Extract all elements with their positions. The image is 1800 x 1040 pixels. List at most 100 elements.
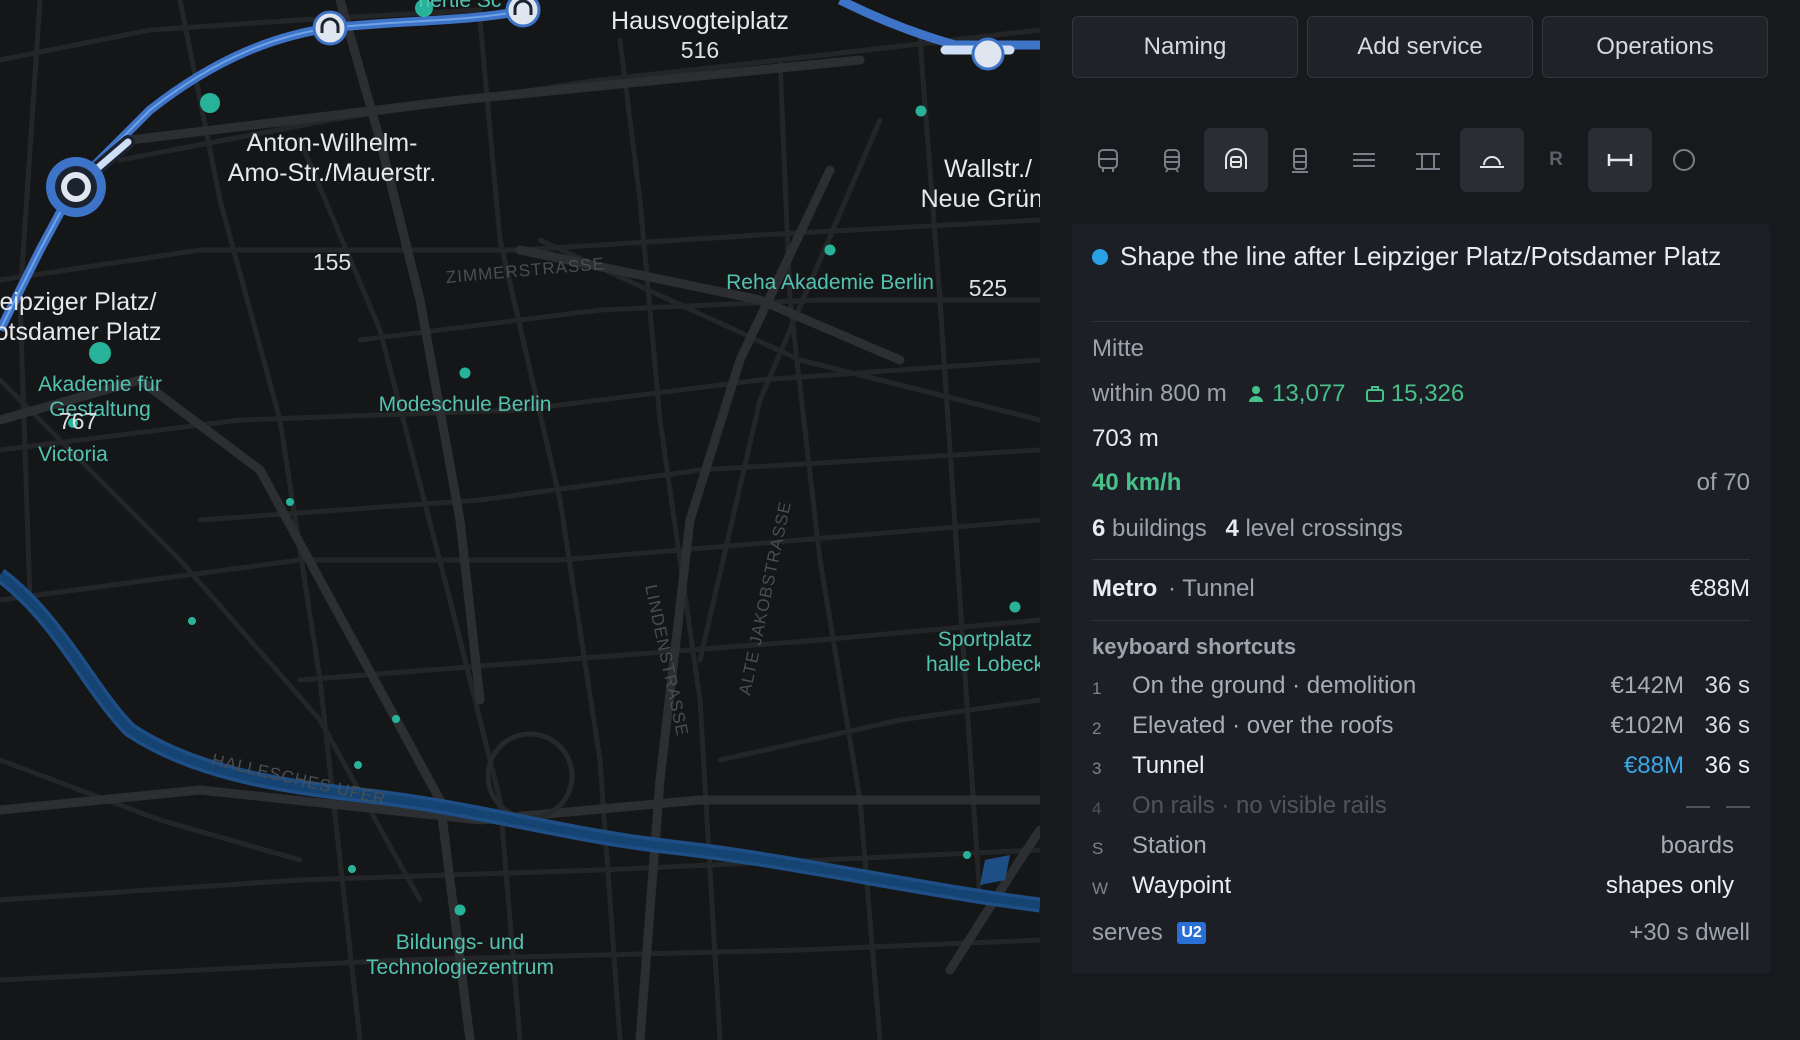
rails-label: R — [1549, 149, 1563, 170]
map-roads — [0, 0, 1040, 1040]
within-label: within 800 m — [1092, 380, 1227, 407]
shortcut-key: W — [1092, 879, 1109, 898]
shortcut-tunnel[interactable]: 3 Tunnel €88M 36 s — [1092, 751, 1750, 781]
line-color-dot — [1092, 249, 1108, 265]
shape-group — [1588, 128, 1716, 192]
shortcut-extra: shapes only — [1605, 872, 1734, 899]
naming-button[interactable]: Naming — [1072, 16, 1298, 78]
shortcut-time: 36 s — [1704, 712, 1750, 739]
shortcut-key: 4 — [1092, 799, 1102, 818]
shortcut-label: On the ground · demolition — [1132, 672, 1417, 699]
shortcut-cost: €142M — [1610, 672, 1684, 699]
train-icon[interactable] — [1268, 128, 1332, 192]
poi-label: Bildungs- und Technologiezentrum — [366, 931, 554, 979]
shortcut-label: On rails · no visible rails — [1132, 792, 1387, 819]
district-label: Mitte — [1092, 335, 1145, 362]
shortcuts-title: keyboard shortcuts — [1092, 634, 1297, 659]
station-marker[interactable] — [505, 0, 541, 28]
poi-marker — [354, 761, 362, 769]
divider — [1092, 559, 1750, 560]
station-label[interactable]: Hausvogteiplatz 516 — [611, 6, 789, 64]
station-name: Wallstr./ Neue Grüns — [920, 155, 1040, 213]
bus-icon[interactable] — [1076, 128, 1140, 192]
operations-button[interactable]: Operations — [1542, 16, 1768, 78]
mode-row: Metro · Tunnel €88M — [1092, 574, 1750, 604]
poi-marker — [188, 617, 196, 625]
poi-marker — [824, 244, 836, 256]
shortcut-ground[interactable]: 1 On the ground · demolition €142M 36 s — [1092, 671, 1750, 701]
poi-label: Modeschule Berlin — [378, 393, 552, 416]
metro-icon[interactable] — [1204, 128, 1268, 192]
buildings-label: buildings — [1112, 515, 1207, 542]
poi-marker — [348, 865, 356, 873]
station-label[interactable]: Anton-Wilhelm- Amo-Str./Mauerstr. 155 — [228, 68, 436, 336]
people-count: 13,077 — [1247, 380, 1352, 407]
dwell-label: +30 s dwell — [1629, 919, 1750, 946]
crossings-count: 4 — [1225, 515, 1239, 542]
shortcut-label: Tunnel — [1132, 752, 1205, 779]
mode-label: Metro — [1092, 575, 1158, 602]
jobs-value: 15,326 — [1390, 380, 1465, 407]
map-canvas[interactable]: ZIMMERSTRASSE LINDENSTRASSE ALTE JAKOBST… — [0, 0, 1040, 1040]
station-label[interactable]: eipziger Platz/ otsdamer Platz 767 — [0, 227, 161, 495]
people-value: 13,077 — [1272, 380, 1346, 407]
station-name: Hausvogteiplatz — [611, 7, 789, 35]
straight-icon[interactable] — [1588, 128, 1652, 192]
divider — [1092, 321, 1750, 322]
shortcut-elevated[interactable]: 2 Elevated · over the roofs €102M 36 s — [1092, 711, 1750, 741]
speed-value: 40 km/h — [1092, 469, 1182, 496]
poi-marker — [286, 498, 294, 506]
speed-row: 40 km/h of 70 — [1092, 468, 1750, 498]
poi-marker — [454, 904, 466, 916]
placement-label: · Tunnel — [1168, 575, 1255, 602]
rails-toggle[interactable]: R — [1524, 128, 1588, 192]
station-name: Anton-Wilhelm- Amo-Str./Mauerstr. — [227, 129, 437, 187]
station-marker[interactable] — [312, 10, 348, 46]
station-riders: 525 — [968, 275, 1008, 301]
shortcut-time: 36 s — [1704, 752, 1750, 779]
serves-label: serves — [1092, 919, 1163, 946]
shortcut-cost: €88M — [1623, 752, 1684, 779]
shortcut-station[interactable]: S Station boards — [1092, 831, 1750, 861]
station-marker[interactable] — [971, 37, 1005, 71]
poi-label: nertie Sc — [418, 0, 502, 12]
segment-length: 703 m — [1092, 425, 1159, 452]
person-icon — [1249, 386, 1264, 402]
elevated-icon[interactable] — [1396, 128, 1460, 192]
station-name: eipziger Platz/ otsdamer Platz — [0, 288, 162, 346]
station-label[interactable]: Wallstr./ Neue Grüns 525 — [921, 94, 1040, 362]
poi-marker — [392, 715, 400, 723]
shortcut-key: 1 — [1092, 679, 1102, 698]
shortcut-key: 2 — [1092, 719, 1102, 738]
line-badge[interactable]: U2 — [1177, 922, 1206, 944]
shortcut-label: Station — [1132, 832, 1207, 859]
empty-time-dash — [1726, 806, 1750, 808]
ground-icon[interactable] — [1332, 128, 1396, 192]
shortcut-rails[interactable]: 4 On rails · no visible rails — [1092, 791, 1750, 821]
total-cost: €88M — [1689, 575, 1750, 602]
loop-icon[interactable] — [1652, 128, 1716, 192]
catchment-row: within 800 m 13,077 15,326 — [1092, 379, 1750, 409]
shortcut-label: Waypoint — [1132, 872, 1232, 899]
shortcut-label: Elevated · over the roofs — [1132, 712, 1394, 739]
shortcut-extra: boards — [1660, 832, 1734, 859]
crossings-label: level crossings — [1245, 515, 1403, 542]
shortcut-waypoint[interactable]: W Waypoint shapes only — [1092, 871, 1750, 901]
add-service-button[interactable]: Add service — [1307, 16, 1533, 78]
station-riders: 516 — [680, 37, 720, 63]
vehicle-type-group — [1076, 128, 1332, 192]
speed-max: of 70 — [1696, 469, 1750, 496]
shortcut-time: 36 s — [1704, 672, 1750, 699]
top-toolbar: Naming Add service Operations — [1072, 16, 1768, 78]
tram-icon[interactable] — [1140, 128, 1204, 192]
poi-marker — [200, 93, 220, 113]
poi-marker — [459, 367, 471, 379]
station-marker[interactable] — [46, 157, 106, 217]
station-riders: 155 — [312, 249, 352, 275]
empty-cost-dash — [1686, 806, 1710, 808]
divider — [1092, 620, 1750, 621]
shortcut-cost: €102M — [1610, 712, 1684, 739]
jobs-count: 15,326 — [1366, 380, 1464, 407]
tunnel-icon[interactable] — [1460, 128, 1524, 192]
shortcut-key: S — [1092, 839, 1104, 858]
